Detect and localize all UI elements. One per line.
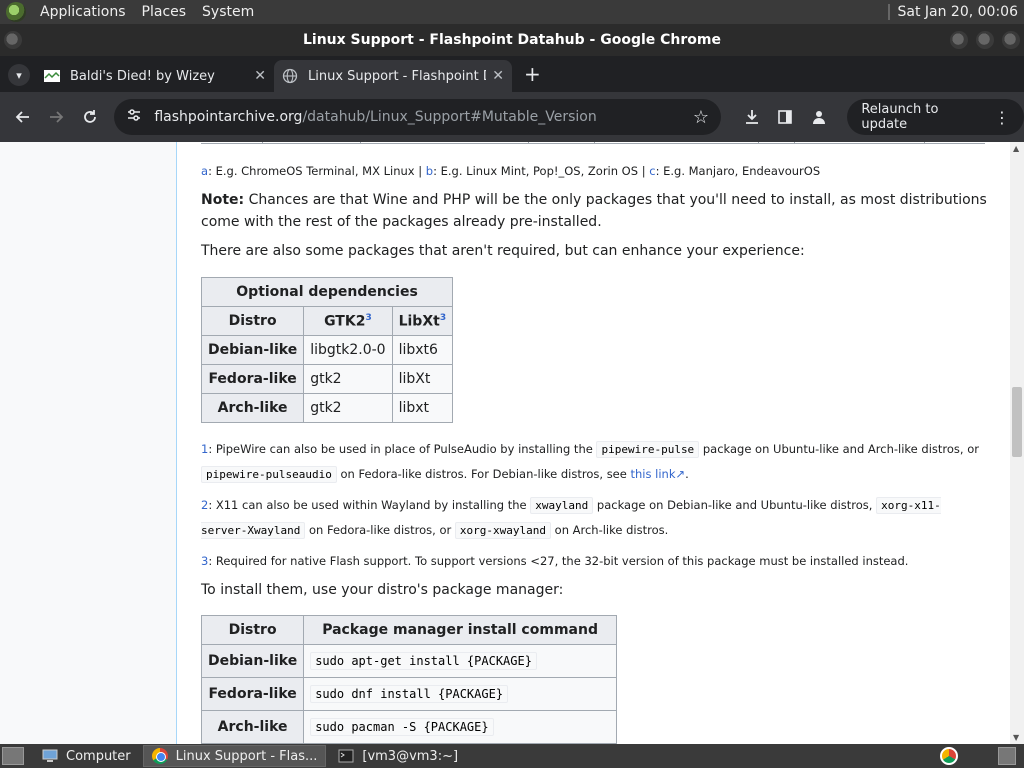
tab-baldi[interactable]: Baldi's Died! by Wizey ✕ [36, 60, 274, 92]
clock[interactable]: Sat Jan 20, 00:06 [898, 4, 1024, 20]
content-panel: a: E.g. ChromeOS Terminal, MX Linux | b:… [176, 142, 1010, 744]
table-header: GTK23 [303, 306, 393, 336]
tab-close-icon[interactable]: ✕ [492, 68, 504, 84]
previous-table-edge [201, 142, 985, 144]
browser-toolbar: flashpointarchive.org/datahub/Linux_Supp… [0, 92, 1024, 142]
workspace-switcher-icon[interactable] [998, 747, 1016, 765]
tab-title: Baldi's Died! by Wizey [70, 68, 215, 84]
top-panel: Applications Places System Sat Jan 20, 0… [0, 0, 1024, 24]
footnote-abc: a: E.g. ChromeOS Terminal, MX Linux | b:… [201, 164, 821, 178]
address-bar[interactable]: flashpointarchive.org/datahub/Linux_Supp… [114, 99, 721, 135]
window-titlebar[interactable]: Linux Support - Flashpoint Datahub - Goo… [0, 24, 1024, 56]
page-scrollbar[interactable]: ▲ ▼ [1010, 142, 1024, 744]
table-row: Arch-like sudo pacman -S {PACKAGE} [200, 710, 617, 744]
minimize-icon[interactable] [950, 31, 968, 49]
tab-search-chevron-icon[interactable]: ▾ [8, 64, 30, 86]
site-info-tune-icon[interactable] [126, 107, 142, 127]
relaunch-to-update-button[interactable]: Relaunch to update ⋮ [847, 99, 1024, 135]
bottom-taskbar: Computer Linux Support - Flas... [vm3@vm… [0, 744, 1024, 768]
menu-applications[interactable]: Applications [32, 4, 134, 20]
scrollbar-thumb[interactable] [1012, 387, 1022, 457]
relaunch-label: Relaunch to update [861, 102, 939, 132]
panel-separator [887, 4, 890, 20]
footnote-ref[interactable]: 3 [440, 313, 446, 323]
url-host: flashpointarchive.org [154, 109, 303, 125]
footnote-a-key[interactable]: a [201, 164, 208, 178]
footnote-ref[interactable]: 3 [365, 313, 371, 323]
scroll-down-icon[interactable]: ▼ [1013, 733, 1019, 742]
external-link-icon: ↗ [675, 467, 686, 481]
chrome-icon [151, 748, 168, 764]
star-icon[interactable]: ☆ [693, 107, 709, 128]
tab-title: Linux Support - Flashpoint Datahub [308, 68, 486, 84]
install-commands-table: Distro Package manager install command D… [200, 615, 617, 744]
footnote-3: 3: Required for native Flash support. To… [201, 554, 909, 568]
gnome-logo-icon[interactable] [6, 2, 26, 22]
optional-intro: There are also some packages that aren't… [201, 243, 805, 259]
profile-icon[interactable] [802, 100, 835, 134]
globe-favicon-icon [282, 68, 298, 84]
tab-linux-support[interactable]: Linux Support - Flashpoint Datahub ✕ [274, 60, 512, 92]
this-link[interactable]: this link [631, 467, 676, 481]
reload-icon[interactable] [73, 100, 106, 134]
new-tab-plus-icon[interactable]: + [524, 62, 541, 86]
table-header: Distro [200, 615, 305, 645]
table-row: Fedora-like sudo dnf install {PACKAGE} [200, 677, 617, 711]
table-row: Fedora-like gtk2 libXt [200, 364, 454, 394]
tab-strip: ▾ Baldi's Died! by Wizey ✕ Linux Support… [0, 56, 1024, 92]
side-panel-icon[interactable] [768, 100, 801, 134]
task-chrome[interactable]: Linux Support - Flas... [142, 745, 327, 767]
show-desktop-icon[interactable] [2, 747, 24, 765]
terminal-icon [338, 749, 354, 763]
close-window-icon[interactable] [1002, 31, 1020, 49]
optional-dependencies-table: Optional dependencies Distro GTK23 LibXt… [200, 277, 454, 423]
note-paragraph: Note: Chances are that Wine and PHP will… [201, 189, 987, 233]
table-row: Debian-like sudo apt-get install {PACKAG… [200, 644, 617, 678]
install-intro: To install them, use your distro's packa… [201, 582, 564, 598]
task-computer[interactable]: Computer [34, 745, 139, 767]
tray-chrome-icon[interactable] [940, 747, 958, 765]
tab-close-icon[interactable]: ✕ [254, 68, 266, 84]
footnote-b-key[interactable]: b [426, 164, 433, 178]
menu-system[interactable]: System [194, 4, 262, 20]
table-header: Distro [200, 306, 305, 336]
window-title: Linux Support - Flashpoint Datahub - Goo… [303, 32, 721, 48]
back-arrow-icon[interactable] [6, 100, 39, 134]
url-text[interactable]: flashpointarchive.org/datahub/Linux_Supp… [154, 109, 692, 125]
task-terminal[interactable]: [vm3@vm3:~] [330, 745, 466, 767]
footnote-2: 2: X11 can also be used within Wayland b… [201, 497, 941, 539]
forward-arrow-icon[interactable] [39, 100, 72, 134]
baldi-favicon-icon [44, 70, 60, 82]
table-header: LibXt3 [391, 306, 454, 336]
computer-icon [42, 749, 58, 762]
table-row: Debian-like libgtk2.0-0 libxt6 [200, 335, 454, 365]
scroll-up-icon[interactable]: ▲ [1013, 144, 1019, 153]
url-path: /datahub/Linux_Support#Mutable_Version [302, 109, 597, 125]
page-viewport: a: E.g. ChromeOS Terminal, MX Linux | b:… [0, 142, 1024, 744]
note-text: Chances are that Wine and PHP will be th… [201, 192, 987, 230]
note-label: Note: [201, 192, 245, 208]
menu-places[interactable]: Places [134, 4, 195, 20]
window-menu-icon[interactable] [4, 31, 22, 49]
maximize-icon[interactable] [976, 31, 994, 49]
footnote-1: 1: PipeWire can also be used in place of… [201, 441, 979, 483]
more-menu-icon[interactable]: ⋮ [994, 108, 1010, 127]
download-icon[interactable] [735, 100, 768, 134]
table-row: Arch-like gtk2 libxt [200, 393, 454, 423]
table-caption: Optional dependencies [200, 277, 454, 307]
table-header: Package manager install command [303, 615, 617, 645]
